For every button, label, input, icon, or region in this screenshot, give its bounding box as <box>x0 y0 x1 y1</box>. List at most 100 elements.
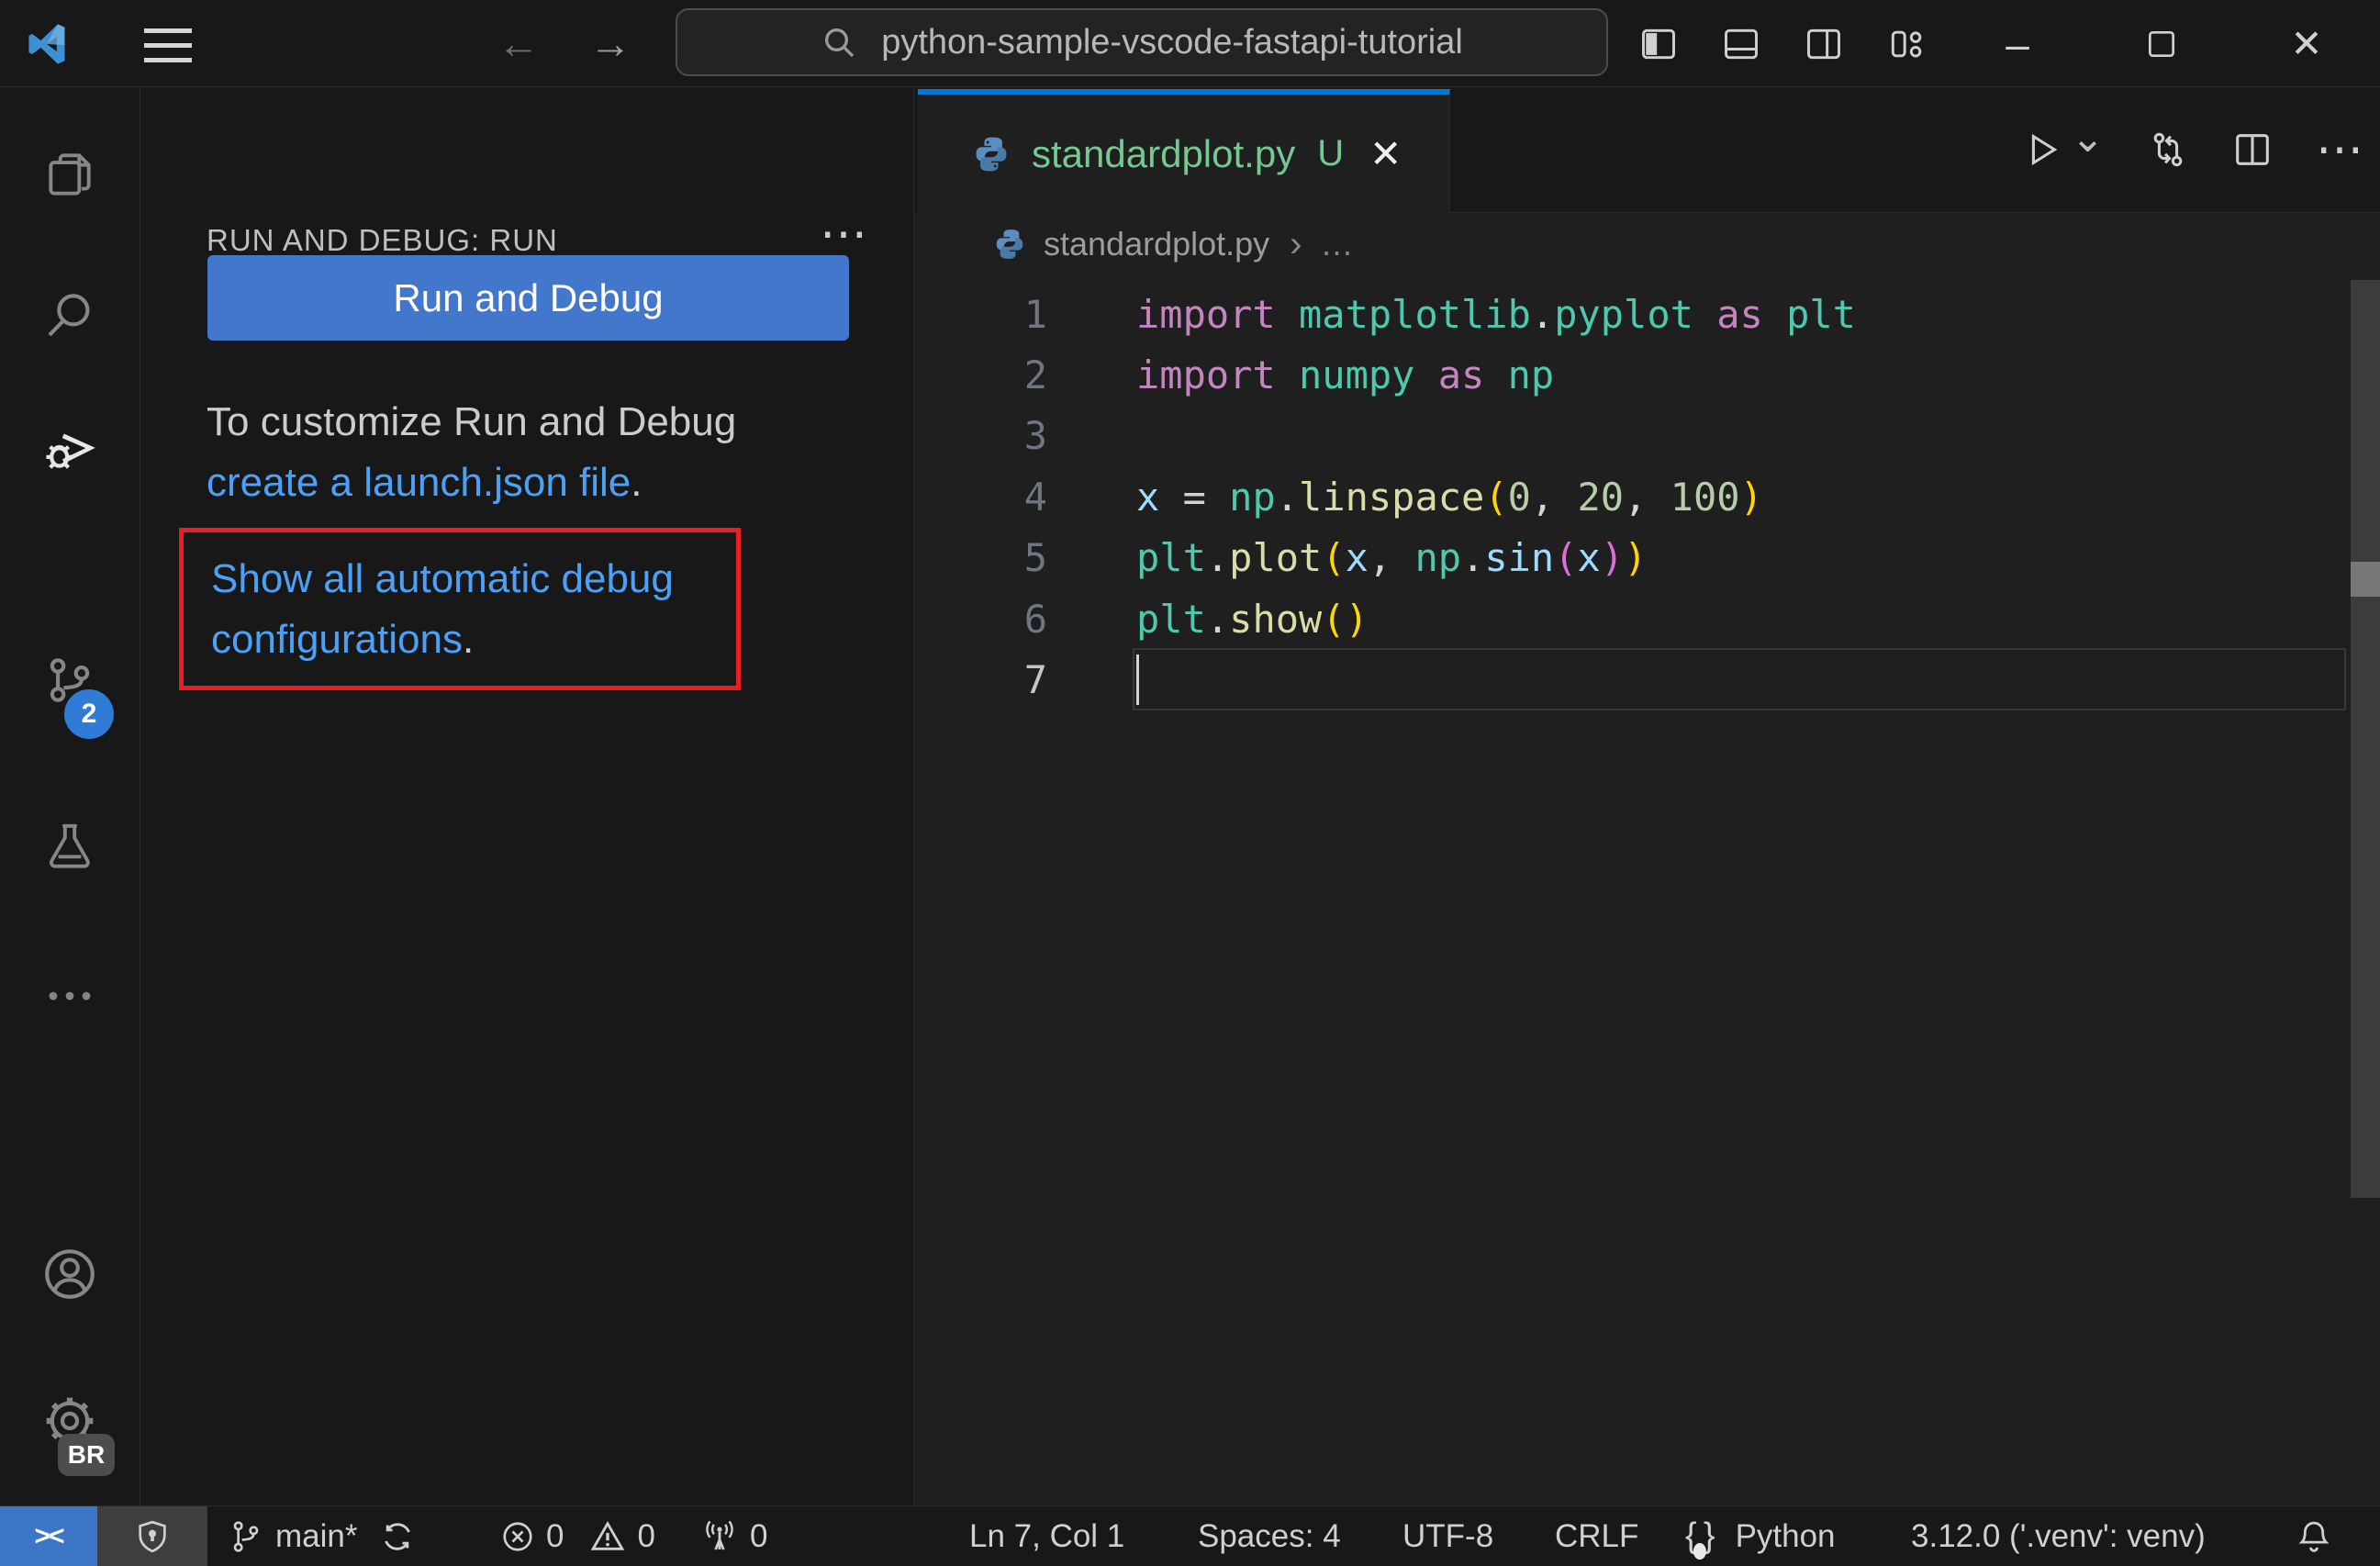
code-lines[interactable]: 1 import matplotlib.pyplot as plt 2 import … <box>914 284 2380 710</box>
bell-icon <box>2298 1521 2330 1552</box>
text-cursor <box>1136 654 1139 705</box>
code-line-1[interactable]: 1 import matplotlib.pyplot as plt <box>914 284 2380 344</box>
vscode-window: ← → python-sample-vscode-fastapi-tutoria… <box>0 0 2380 1566</box>
editor-toolbar: ⌄ ⋯ <box>2021 113 2363 186</box>
code-text: plt.plot(x, np.sin(x)) <box>1136 535 1648 581</box>
search-value: python-sample-vscode-fastapi-tutorial <box>881 22 1463 62</box>
accounts-icon[interactable] <box>0 1239 140 1309</box>
line-number: 4 <box>1023 474 1047 520</box>
code-line-4[interactable]: 4 x = np.linspace(0, 20, 100) <box>914 466 2380 527</box>
cursor-position-item[interactable]: Ln 7, Col 1 <box>969 1506 1124 1566</box>
panel-title: RUN AND DEBUG: RUN <box>207 223 558 257</box>
toggle-sidebar-icon[interactable] <box>1626 0 1691 87</box>
radio-tower-icon <box>706 1520 733 1550</box>
close-window-button[interactable]: ✕ <box>2274 0 2339 87</box>
language-mode-item[interactable]: { } Python <box>1685 1506 1836 1566</box>
current-line-highlight <box>1133 648 2346 710</box>
activity-bar: 2 BR <box>0 87 140 1505</box>
code-text: import numpy as np <box>1136 352 1555 398</box>
show-configurations-link[interactable]: Show all automatic debug configurations. <box>211 549 674 670</box>
status-bar: >< main* 0 0 0 Ln 7, Col 1 Spaces: 4 UTF… <box>0 1505 2380 1566</box>
run-python-file-icon[interactable] <box>2021 129 2063 171</box>
code-editor[interactable]: 1 import matplotlib.pyplot as plt 2 import … <box>914 284 2380 710</box>
code-line-3[interactable]: 3 <box>914 406 2380 466</box>
maximize-button[interactable] <box>2129 0 2194 87</box>
source-control-badge: 2 <box>64 689 114 739</box>
back-arrow-icon[interactable]: ← <box>497 0 540 87</box>
run-and-debug-panel: RUN AND DEBUG: RUN ⋯ Run and Debug To cu… <box>140 87 913 1505</box>
highlight-red-box: Show all automatic debug configurations. <box>179 528 741 690</box>
overview-ruler-cursor-mark <box>2351 562 2380 597</box>
code-text: import matplotlib.pyplot as plt <box>1136 291 1856 337</box>
tab-standardplot[interactable]: standardplot.py U ✕ <box>918 89 1450 213</box>
tab-close-icon[interactable]: ✕ <box>1369 131 1402 176</box>
breadcrumb-python-icon <box>996 229 1023 259</box>
code-line-6[interactable]: 6 plt.show() <box>914 588 2380 649</box>
ports-item[interactable]: 0 <box>700 1506 767 1566</box>
code-line-2[interactable]: 2 import numpy as np <box>914 344 2380 405</box>
toggle-panel-icon[interactable] <box>1709 0 1773 87</box>
menu-icon[interactable] <box>144 28 192 62</box>
code-text: x = np.linspace(0, 20, 100) <box>1136 474 1763 520</box>
warning-count: 0 <box>637 1517 655 1554</box>
forward-arrow-icon[interactable]: → <box>589 0 631 87</box>
breadcrumb[interactable]: standardplot.py › … <box>914 213 2380 275</box>
code-line-5[interactable]: 5 plt.plot(x, np.sin(x)) <box>914 528 2380 588</box>
sync-icon <box>385 1522 411 1550</box>
settings-profile-badge: BR <box>58 1434 115 1476</box>
source-control-icon[interactable]: 2 <box>0 645 140 739</box>
toggle-secondary-sidebar-icon[interactable] <box>1792 0 1856 87</box>
explorer-icon[interactable] <box>0 140 140 209</box>
breadcrumb-more[interactable]: … <box>1321 225 1354 263</box>
shield-icon <box>139 1520 166 1552</box>
branch-name: main* <box>275 1517 358 1554</box>
split-editor-icon[interactable] <box>2231 129 2274 171</box>
search-icon <box>825 28 855 58</box>
command-center-search[interactable]: python-sample-vscode-fastapi-tutorial <box>676 8 1608 76</box>
run-and-debug-button[interactable]: Run and Debug <box>207 255 849 341</box>
editor-more-actions-icon[interactable]: ⋯ <box>2316 122 2363 177</box>
customize-hint: To customize Run and Debug create a laun… <box>207 392 736 513</box>
line-number: 1 <box>1023 291 1047 337</box>
hint-line-1: To customize Run and Debug <box>207 399 737 444</box>
error-count: 0 <box>546 1517 564 1554</box>
search-sidebar-icon[interactable] <box>0 280 140 350</box>
workspace-trust-item[interactable] <box>97 1506 207 1566</box>
editor-scrollbar[interactable] <box>2351 280 2380 1198</box>
breadcrumb-file[interactable]: standardplot.py <box>1044 225 1269 263</box>
ports-count: 0 <box>750 1517 768 1554</box>
minimize-button[interactable]: – <box>1985 0 2050 87</box>
run-and-debug-icon[interactable] <box>0 413 140 483</box>
settings-gear-icon[interactable]: BR <box>0 1386 140 1476</box>
braces-status-icon: { } <box>1685 1516 1717 1560</box>
language-name: Python <box>1735 1517 1836 1554</box>
notifications-item[interactable] <box>2295 1506 2333 1566</box>
line-number: 5 <box>1023 535 1047 581</box>
line-number: 6 <box>1023 596 1047 642</box>
indentation-item[interactable]: Spaces: 4 <box>1198 1506 1341 1566</box>
encoding-item[interactable]: UTF-8 <box>1402 1506 1493 1566</box>
title-bar: ← → python-sample-vscode-fastapi-tutoria… <box>0 0 2380 87</box>
remote-indicator[interactable]: >< <box>0 1506 97 1566</box>
more-views-icon[interactable] <box>0 961 140 1031</box>
git-branch-item[interactable]: main* <box>228 1506 416 1566</box>
editor-group: standardplot.py U ✕ ⌄ ⋯ standardplot.py … <box>913 87 2380 1505</box>
problems-item[interactable]: 0 0 <box>500 1506 655 1566</box>
tab-filename: standardplot.py <box>1032 131 1296 175</box>
run-dropdown-chevron-icon[interactable]: ⌄ <box>2071 118 2105 159</box>
line-number: 3 <box>1023 413 1047 459</box>
python-interpreter-item[interactable]: 3.12.0 ('.venv': venv) <box>1911 1506 2206 1566</box>
tab-git-status: U <box>1317 133 1345 173</box>
line-number: 7 <box>1023 657 1047 703</box>
open-changes-icon[interactable] <box>2147 129 2189 171</box>
create-launch-json-link[interactable]: create a launch.json file <box>207 460 631 505</box>
panel-more-actions-icon[interactable]: ⋯ <box>820 207 867 262</box>
code-text: plt.show() <box>1136 596 1369 642</box>
hint-line-2: create a launch.json file. <box>207 460 642 505</box>
errors-icon <box>503 1521 532 1551</box>
warnings-icon <box>591 1520 625 1550</box>
eol-item[interactable]: CRLF <box>1555 1506 1638 1566</box>
breadcrumb-separator-icon: › <box>1290 223 1302 264</box>
customize-layout-icon[interactable] <box>1874 0 1939 87</box>
testing-icon[interactable] <box>0 812 140 882</box>
